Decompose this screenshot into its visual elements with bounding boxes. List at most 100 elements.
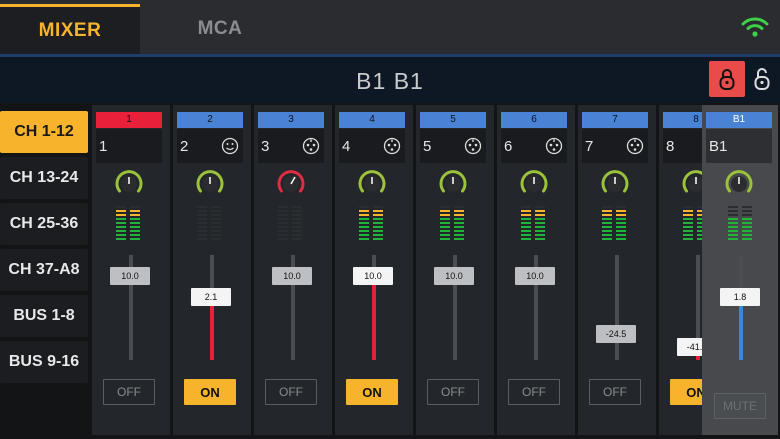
channel-fader-cap[interactable]: 10.0 [353,267,393,285]
page-title: B1 B1 [356,68,424,94]
lock-button[interactable] [709,61,745,97]
lock-icon [719,69,735,90]
channel-on-button[interactable]: ON [346,379,398,405]
gain-knob[interactable] [195,169,225,199]
bus-knob[interactable] [724,169,754,199]
gain-knob[interactable] [438,169,468,199]
channel-on-button[interactable]: OFF [427,379,479,405]
tab-mca[interactable]: MCA [150,4,290,54]
title-bar: B1 B1 [0,57,780,103]
channel-header[interactable]: 5 [420,112,486,128]
channel-fader-cap[interactable]: -24.5 [596,324,636,343]
channel-header[interactable]: 4 [339,112,405,128]
bus-fader-cap[interactable]: 1.8 [720,288,760,306]
channel-name: 8 [666,138,675,155]
level-meter-left [521,206,531,242]
level-meter-left [116,206,126,242]
xlr-icon [383,137,401,155]
xlr-icon [545,137,563,155]
level-meter-right [130,206,140,242]
level-meter-right [373,206,383,242]
channel-header[interactable]: 6 [501,112,567,128]
channel-name-box[interactable]: 4 [339,129,405,163]
level-meter-left [278,206,288,242]
channel-fader-cap[interactable]: 10.0 [110,267,150,285]
sidebar-item-bus-9-16[interactable]: BUS 9-16 [0,341,88,383]
gain-knob[interactable] [519,169,549,199]
channel-fader-cap[interactable]: 10.0 [272,267,312,285]
channel-strip-3: 3 3 10.0 OFF [254,105,332,435]
gain-knob[interactable] [276,169,306,199]
channel-header[interactable]: 7 [582,112,648,128]
channel-name-box[interactable]: 6 [501,129,567,163]
bus-name: B1 [709,138,728,155]
level-meter-right [211,206,221,242]
level-meter-left [440,206,450,242]
unlock-icon [754,68,770,90]
channel-on-button[interactable]: OFF [589,379,641,405]
channel-strip-5: 5 5 10.0 OFF [416,105,494,435]
sidebar-item-ch-37-a8[interactable]: CH 37-A8 [0,249,88,291]
sidebar-item-ch-1-12[interactable]: CH 1-12 [0,111,88,153]
xlr-icon [626,137,644,155]
level-meter-right [616,206,626,242]
sidebar-item-bus-1-8[interactable]: BUS 1-8 [0,295,88,337]
sidebar-item-ch-25-36[interactable]: CH 25-36 [0,203,88,245]
channel-header[interactable]: 2 [177,112,243,128]
channel-name-box[interactable]: 5 [420,129,486,163]
channel-name: 4 [342,138,351,155]
channel-on-button[interactable]: OFF [508,379,560,405]
bus-mute-button[interactable]: MUTE [714,393,766,419]
channel-strip-7: 7 7 -24.5 OFF [578,105,656,435]
bus-meter-left [728,206,738,242]
channel-strip-4: 4 4 10.0 ON [335,105,413,435]
channel-name: 6 [504,138,513,155]
channel-fader-fill [210,297,214,360]
level-meter-left [359,206,369,242]
channel-fader-track[interactable] [615,255,619,360]
tab-mixer[interactable]: MIXER [0,4,140,54]
top-bar: MIXER MCA [0,0,780,54]
channel-name: 5 [423,138,432,155]
channel-strip-2: 2 2 2.1 ON [173,105,251,435]
channel-fader-cap[interactable]: 10.0 [515,267,555,285]
xlr-icon [464,137,482,155]
channel-name: 3 [261,138,270,155]
gain-knob[interactable] [600,169,630,199]
sidebar-item-ch-13-24[interactable]: CH 13-24 [0,157,88,199]
gain-knob[interactable] [114,169,144,199]
channel-header[interactable]: 1 [96,112,162,128]
level-meter-right [454,206,464,242]
xlr-icon [302,137,320,155]
gain-knob[interactable] [357,169,387,199]
channel-on-button[interactable]: OFF [265,379,317,405]
level-meter-left [602,206,612,242]
smiley-icon [221,137,239,155]
channel-on-button[interactable]: ON [184,379,236,405]
channel-on-button[interactable]: OFF [103,379,155,405]
channel-strip-6: 6 6 10.0 OFF [497,105,575,435]
channel-name-box[interactable]: 7 [582,129,648,163]
bus-strip: B1 B1 1.8 MUTE [702,105,778,435]
channel-name: 2 [180,138,189,155]
channel-fader-cap[interactable]: 10.0 [434,267,474,285]
bus-meter-right [742,206,752,242]
channel-name-box[interactable]: 1 [96,129,162,163]
channel-fader-fill [372,276,376,360]
level-meter-right [292,206,302,242]
bus-header: B1 [706,112,772,128]
channel-name-box[interactable]: 3 [258,129,324,163]
level-meter-right [535,206,545,242]
unlock-button[interactable] [749,61,775,97]
channel-name: 7 [585,138,594,155]
channel-fader-cap[interactable]: 2.1 [191,288,231,306]
bus-fader-fill [739,297,743,360]
level-meter-left [197,206,207,242]
bus-name-box[interactable]: B1 [706,129,772,163]
channel-strip-1: 1 1 10.0 OFF [92,105,170,435]
channel-name-box[interactable]: 2 [177,129,243,163]
channel-name: 1 [99,138,108,155]
wifi-icon [741,17,769,37]
level-meter-left [683,206,693,242]
channel-header[interactable]: 3 [258,112,324,128]
